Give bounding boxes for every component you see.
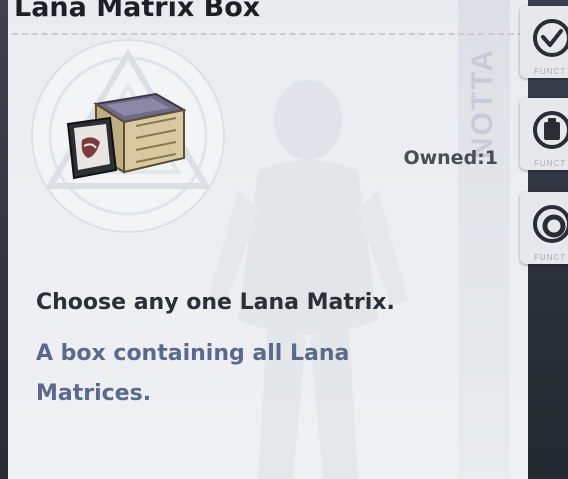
- item-detail-screen: NOTTA Lana Matrix Box Owned:1 Choose any…: [0, 0, 568, 479]
- item-description-sub: A box containing all Lana Matrices.: [36, 341, 350, 406]
- side-tab-check[interactable]: FUNCT: [520, 6, 568, 78]
- side-tab-ring[interactable]: FUNCT: [520, 192, 568, 264]
- left-edge: [0, 0, 8, 479]
- item-title: Lana Matrix Box: [14, 0, 261, 23]
- matrix-box-icon: [66, 92, 186, 180]
- owned-count: Owned:1: [403, 147, 498, 169]
- item-description-main: Choose any one Lana Matrix.: [36, 290, 395, 315]
- background-character-art: [208, 80, 408, 479]
- side-tab-clipboard[interactable]: FUNCT: [520, 98, 568, 170]
- check-circle-icon: [533, 19, 568, 57]
- side-tab-label: FUNCT: [534, 253, 567, 262]
- clipboard-icon: [533, 111, 568, 149]
- ring-icon: [533, 205, 568, 243]
- side-tab-label: FUNCT: [534, 67, 567, 76]
- item-detail-panel: NOTTA Lana Matrix Box Owned:1 Choose any…: [8, 0, 528, 479]
- side-tab-label: FUNCT: [534, 159, 567, 168]
- background-banner-text: NOTTA: [466, 48, 499, 160]
- title-divider: [12, 33, 524, 35]
